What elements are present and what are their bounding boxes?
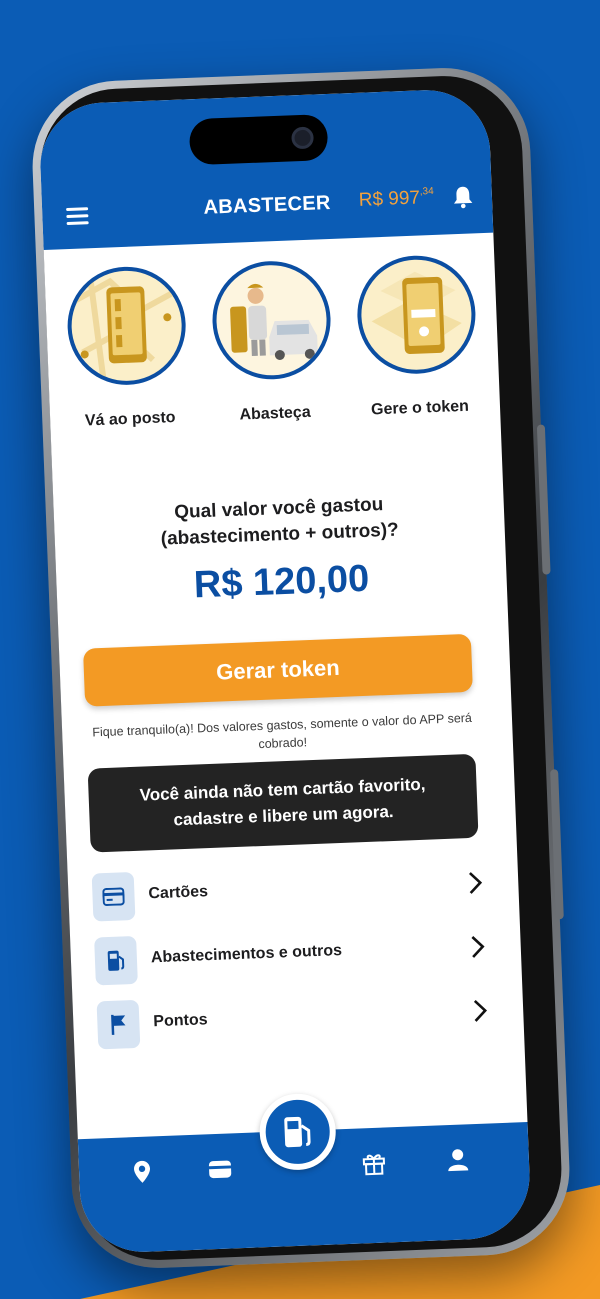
top-bar: ABASTECER R$ 997,34	[38, 87, 494, 250]
step-label: Abasteça	[239, 403, 311, 424]
map-phone-icon	[65, 264, 188, 388]
menu-list: Cartões Abastecimentos e outros Pontos	[91, 859, 491, 1066]
wallet-icon[interactable]	[207, 1155, 234, 1182]
bell-icon[interactable]	[451, 184, 474, 209]
step-generate-token: Gere o token	[352, 253, 482, 420]
step-label: Vá ao posto	[84, 409, 176, 430]
flag-icon	[96, 999, 141, 1050]
menu-item-label: Pontos	[153, 1011, 208, 1031]
chevron-right-icon	[469, 872, 483, 894]
card-icon	[91, 871, 136, 922]
attendant-car-icon	[210, 259, 333, 382]
token-phone-icon	[355, 253, 478, 376]
step-label: Gere o token	[370, 397, 470, 419]
payment-hint: Fique tranquilo(a)! Dos valores gastos, …	[92, 710, 473, 752]
user-icon[interactable]	[444, 1146, 471, 1173]
fuel-pump-icon	[284, 1116, 311, 1148]
app-screen: ABASTECER R$ 997,34 Vá ao posto Abasteça…	[38, 87, 532, 1255]
balance-display: R$ 997,34	[358, 186, 434, 212]
favorite-card-notice[interactable]: Você ainda não tem cartão favorito, cada…	[87, 753, 479, 853]
amount-value[interactable]: R$ 120,00	[56, 552, 507, 612]
chevron-right-icon	[471, 936, 485, 958]
location-icon[interactable]	[129, 1158, 156, 1185]
menu-item-label: Cartões	[148, 883, 209, 903]
step-fuel-up: Abasteça	[207, 259, 337, 426]
volume-button	[536, 424, 551, 575]
step-go-to-station: Vá ao posto	[62, 264, 192, 431]
gift-icon[interactable]	[360, 1149, 387, 1176]
chevron-right-icon	[473, 1000, 488, 1022]
spent-question: Qual valor você gastou (abastecimento + …	[53, 487, 505, 556]
balance-main: R$ 997	[358, 187, 421, 211]
fuel-pump-icon	[94, 935, 138, 986]
menu-item-label: Abastecimentos e outros	[150, 942, 343, 967]
balance-cents: ,34	[419, 185, 434, 198]
power-button	[550, 769, 564, 920]
generate-token-button[interactable]: Gerar token	[82, 633, 473, 707]
menu-item-points[interactable]: Pontos	[96, 986, 491, 1065]
dynamic-island	[188, 113, 329, 166]
steps-row: Vá ao posto Abasteça Gere o token	[62, 253, 483, 469]
